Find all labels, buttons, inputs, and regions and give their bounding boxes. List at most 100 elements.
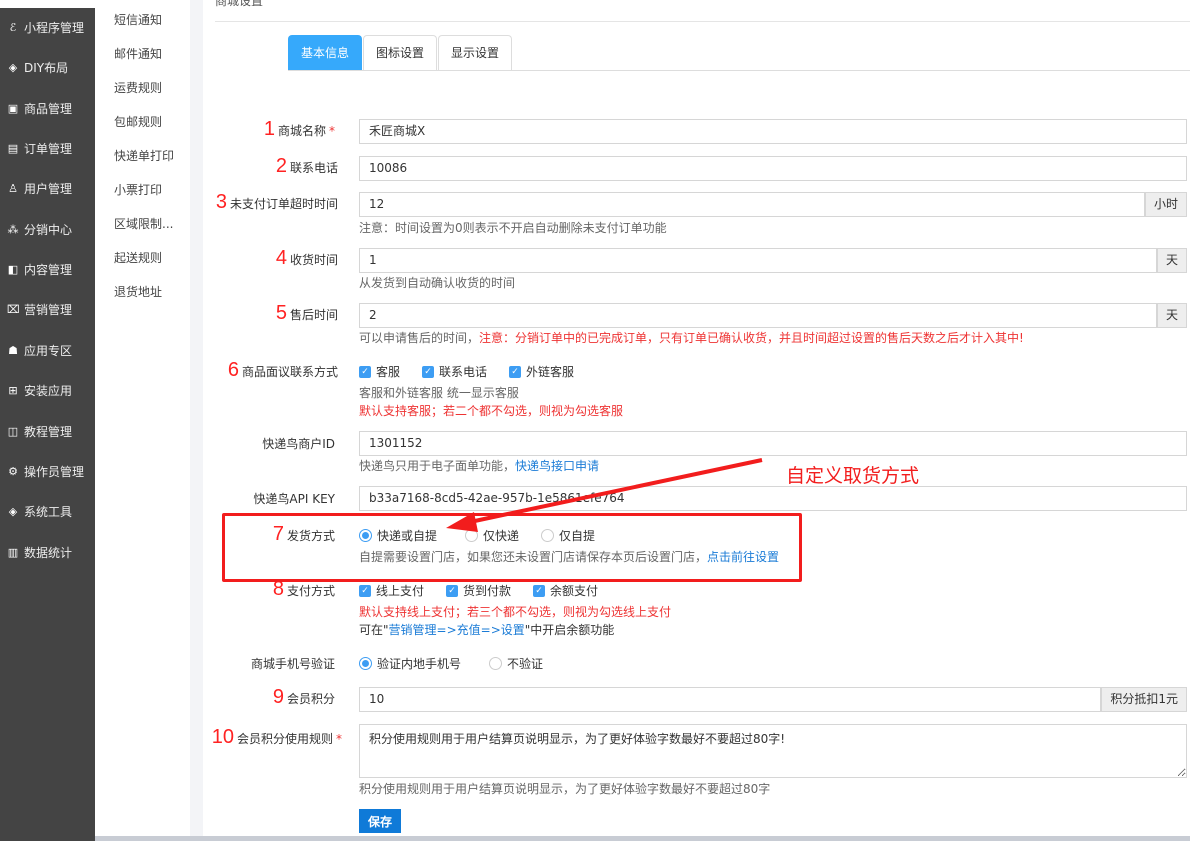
payment-option-cod[interactable]: ✓ 货到付款 — [446, 582, 511, 599]
mobile-verify-option-none[interactable]: 不验证 — [489, 655, 543, 672]
app-icon: ☗ — [8, 344, 18, 357]
diamond-icon: ◈ — [8, 61, 18, 74]
checkbox-checked-icon[interactable]: ✓ — [446, 584, 459, 597]
tab-display-settings[interactable]: 显示设置 — [438, 35, 513, 70]
checkbox-checked-icon[interactable]: ✓ — [509, 365, 522, 378]
tab-basic-info[interactable]: 基本信息 — [288, 35, 363, 70]
contact-option-external[interactable]: ✓ 外链客服 — [509, 363, 574, 380]
tab-bar: 基本信息 图标设置 显示设置 — [288, 35, 513, 70]
sidebar-item-users[interactable]: ♙ 用户管理 — [7, 180, 72, 197]
submenu-item[interactable]: 退货地址 — [114, 283, 162, 300]
label-kdn-id: 快递鸟商户ID — [262, 437, 335, 451]
checkbox-checked-icon[interactable]: ✓ — [359, 365, 371, 378]
submenu-item[interactable]: 短信通知 — [114, 11, 162, 28]
sidebar-item-content[interactable]: ◧ 内容管理 — [7, 261, 72, 278]
store-name-input[interactable]: 禾匠商城X — [359, 119, 1187, 144]
sidebar-item-apps[interactable]: ☗ 应用专区 — [7, 342, 72, 359]
points-rule-textarea[interactable]: 积分使用规则用于用户结算页说明显示，为了更好体验字数最好不要超过80字! — [359, 724, 1187, 778]
submenu-item[interactable]: 包邮规则 — [114, 113, 162, 130]
submenu: 短信通知 邮件通知 运费规则 包邮规则 快递单打印 小票打印 区域限制... 起… — [95, 0, 190, 841]
sidebar-item-tutorial[interactable]: ◫ 教程管理 — [7, 423, 72, 440]
kdn-id-input[interactable]: 1301152 — [359, 431, 1187, 456]
contact-hint: 客服和外链客服 统一显示客服 — [359, 386, 519, 400]
checkbox-checked-icon[interactable]: ✓ — [359, 584, 371, 597]
sidebar-item-tools[interactable]: ◈ 系统工具 — [7, 503, 72, 520]
kdn-key-input[interactable]: b33a7168-8cd5-42ae-957b-1e5861efe764 — [359, 486, 1187, 511]
receive-time-hint: 从发货到自动确认收货的时间 — [359, 276, 516, 290]
points-rule-hint: 积分使用规则用于用户结算页说明显示，为了更好体验字数最好不要超过80字 — [359, 782, 771, 796]
aftersale-time-suffix: 天 — [1156, 303, 1187, 328]
submenu-item[interactable]: 小票打印 — [114, 181, 162, 198]
kdn-id-hint: 快递鸟只用于电子面单功能，快递鸟接口申请 — [359, 459, 600, 473]
label-mobile-verify: 商城手机号验证 — [250, 657, 335, 671]
checkbox-checked-icon[interactable]: ✓ — [422, 365, 435, 378]
gear-icon: ⚙ — [8, 465, 18, 478]
submenu-item[interactable]: 起送规则 — [114, 249, 162, 266]
ticket-icon: ⌧ — [7, 303, 20, 316]
gutter — [190, 0, 203, 841]
payment-options: ✓ 线上支付 ✓ 货到付款 ✓ 余额支付 — [359, 582, 620, 599]
recharge-settings-link[interactable]: 营销管理=>充值=>设置 — [389, 623, 525, 637]
submenu-item[interactable]: 快递单打印 — [114, 147, 174, 164]
timeout-input[interactable]: 12 — [359, 192, 1145, 217]
user-icon: ♙ — [8, 182, 18, 195]
page-title: 商城设置 — [215, 0, 264, 8]
sidebar-item-stats[interactable]: ▥ 数据统计 — [7, 544, 72, 561]
annotation-text: 自定义取货方式 — [786, 465, 920, 487]
payment-hint: 可在"营销管理=>充值=>设置"中开启余额功能 — [359, 623, 615, 637]
phone-input[interactable]: 10086 — [359, 156, 1187, 181]
sidebar-item-operators[interactable]: ⚙ 操作员管理 — [7, 463, 84, 480]
aftersale-time-input[interactable]: 2 — [359, 303, 1157, 328]
annotation-highlight-box — [222, 513, 802, 582]
sidebar-item-install[interactable]: ⊞ 安装应用 — [7, 382, 72, 399]
contact-option-service[interactable]: ✓ 客服 — [359, 363, 400, 380]
label-store-name: 1 商城名称 * — [263, 118, 335, 140]
save-button[interactable]: 保存 — [359, 809, 401, 833]
label-kdn-key: 快递鸟API KEY — [253, 492, 335, 506]
clipboard-icon: ▤ — [7, 142, 19, 155]
contact-option-phone[interactable]: ✓ 联系电话 — [422, 363, 487, 380]
label-points-rule: 10 会员积分使用规则 * — [211, 726, 342, 748]
payment-hint-red: 默认支持线上支付；若三个都不勾选，则视为勾选线上支付 — [359, 605, 672, 619]
tab-icon-settings[interactable]: 图标设置 — [363, 35, 438, 70]
payment-option-balance[interactable]: ✓ 余额支付 — [533, 582, 598, 599]
main-sidebar: ℰ 小程序管理 ◈ DIY布局 ▣ 商品管理 ▤ 订单管理 ♙ 用户管理 ⁂ 分销中心 ◧ 内… — [0, 8, 95, 841]
horizontal-scrollbar[interactable] — [95, 836, 1190, 841]
label-points: 9 会员积分 — [272, 686, 335, 708]
radio-icon[interactable] — [489, 657, 503, 670]
grid-icon: ⊞ — [8, 384, 18, 397]
submenu-item[interactable]: 邮件通知 — [114, 45, 162, 62]
label-phone: 2 联系电话 — [275, 155, 338, 177]
contact-hint-red: 默认支持客服；若二个都不勾选，则视为勾选客服 — [359, 404, 624, 418]
radio-selected-icon[interactable] — [359, 657, 372, 670]
kdn-apply-link[interactable]: 快递鸟接口申请 — [515, 459, 599, 473]
mobile-verify-options: 验证内地手机号 不验证 — [359, 655, 565, 672]
receive-time-input[interactable]: 1 — [359, 248, 1157, 273]
timeout-hint: 注意：时间设置为0则表示不开启自动删除未支付订单功能 — [359, 221, 667, 235]
label-aftersale-time: 5 售后时间 — [275, 302, 338, 324]
submenu-item[interactable]: 区域限制... — [114, 215, 173, 232]
mobile-verify-option-mainland[interactable]: 验证内地手机号 — [359, 655, 461, 672]
tool-icon: ◈ — [8, 505, 18, 518]
aftersale-hint: 可以申请售后的时间，注意：分销订单中的已完成订单，只有订单已确认收货，并且时间超… — [359, 331, 1024, 345]
link-icon: ℰ — [9, 21, 17, 34]
checkbox-checked-icon[interactable]: ✓ — [533, 584, 546, 597]
timeout-suffix: 小时 — [1144, 192, 1187, 217]
tab-divider — [288, 70, 1190, 71]
sidebar-item-orders[interactable]: ▤ 订单管理 — [7, 140, 72, 157]
payment-option-online[interactable]: ✓ 线上支付 — [359, 582, 424, 599]
sidebar-item-marketing[interactable]: ⌧ 营销管理 — [7, 301, 72, 318]
network-icon: ⁂ — [7, 223, 19, 236]
points-input[interactable]: 10 — [359, 687, 1101, 712]
sidebar-item-miniprogram[interactable]: ℰ 小程序管理 — [7, 19, 84, 36]
label-contact: 6 商品面议联系方式 — [227, 359, 338, 381]
sidebar-item-goods[interactable]: ▣ 商品管理 — [7, 100, 72, 117]
label-timeout: 3 未支付订单超时时间 — [215, 191, 338, 213]
receive-time-suffix: 天 — [1156, 248, 1187, 273]
submenu-item[interactable]: 运费规则 — [114, 79, 162, 96]
contact-options: ✓ 客服 ✓ 联系电话 ✓ 外链客服 — [359, 363, 596, 380]
sidebar-item-distribution[interactable]: ⁂ 分销中心 — [7, 221, 73, 238]
book-icon: ◫ — [7, 425, 19, 438]
sidebar-item-diy[interactable]: ◈ DIY布局 — [7, 59, 68, 76]
bag-icon: ▣ — [7, 102, 19, 115]
